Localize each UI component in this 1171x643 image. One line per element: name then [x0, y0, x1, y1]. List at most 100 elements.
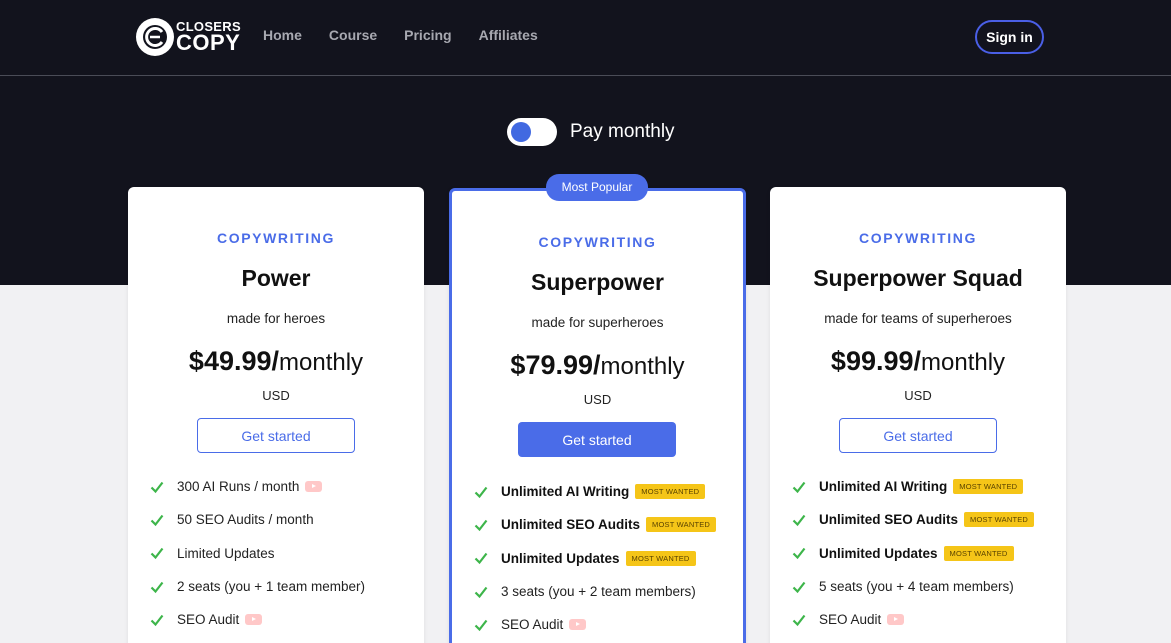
plan-price: $79.99/monthly: [452, 350, 743, 381]
feature-item: Limited Updates: [150, 537, 365, 570]
feature-text: SEO Audit: [501, 617, 564, 633]
get-started-button[interactable]: Get started: [518, 422, 676, 457]
feature-list: Unlimited AI Writing MOST WANTED Unlimit…: [474, 475, 717, 641]
plan-tagline: made for superheroes: [531, 315, 664, 330]
nav-link-affiliates[interactable]: Affiliates: [479, 27, 538, 43]
feature-item: 300 AI Runs / month: [150, 470, 365, 503]
get-started-button[interactable]: Get started: [197, 418, 355, 453]
billing-toggle-row: Pay monthly: [507, 118, 675, 146]
feature-text: SEO Audit: [177, 612, 240, 628]
check-icon: [474, 519, 488, 532]
check-icon: [792, 614, 806, 626]
get-started-button[interactable]: Get started: [839, 418, 997, 453]
feature-item: Unlimited SEO Audits MOST WANTED: [474, 508, 717, 541]
plan-category: COPYWRITING: [217, 230, 335, 246]
most-popular-badge: Most Popular: [546, 174, 648, 201]
plan-card-power: COPYWRITING Power made for heroes $49.99…: [128, 187, 424, 643]
closers-copy-logo[interactable]: CLOSERS COPY: [136, 17, 241, 57]
most-wanted-badge: MOST WANTED: [625, 550, 696, 566]
feature-text: Unlimited AI Writing: [819, 479, 948, 495]
check-icon: [150, 514, 164, 527]
most-wanted-badge: MOST WANTED: [964, 512, 1035, 528]
plan-name: Power: [241, 265, 311, 291]
most-wanted-badge: MOST WANTED: [953, 479, 1024, 495]
logo-icon: [136, 18, 174, 56]
feature-list: 300 AI Runs / month 50 SEO Audits / mont…: [150, 470, 365, 636]
price-period: monthly: [279, 349, 364, 376]
check-icon: [150, 481, 164, 493]
sign-in-button[interactable]: Sign in: [975, 20, 1044, 54]
plan-price: $49.99/monthly: [128, 346, 424, 377]
nav-link-pricing[interactable]: Pricing: [404, 27, 451, 43]
check-icon: [474, 619, 488, 631]
check-icon: [150, 614, 164, 626]
feature-list: Unlimited AI Writing MOST WANTED Unlimit…: [792, 470, 1035, 636]
check-icon: [150, 548, 164, 560]
feature-item: SEO Audit: [474, 608, 716, 641]
price-period: monthly: [600, 353, 685, 380]
check-icon: [474, 553, 488, 565]
youtube-icon[interactable]: [305, 481, 323, 493]
feature-item: 50 SEO Audits / month: [150, 503, 365, 536]
plan-currency: USD: [583, 392, 612, 407]
feature-text: SEO Audit: [819, 612, 882, 628]
top-nav: CLOSERS COPY Home Course Pricing Affilia…: [0, 0, 1171, 76]
feature-text: 3 seats (you + 2 team members): [501, 584, 696, 600]
logo-wordmark: CLOSERS COPY: [176, 20, 241, 54]
check-icon: [474, 586, 488, 598]
plan-currency: USD: [262, 388, 290, 403]
feature-text: Limited Updates: [177, 545, 275, 561]
plan-name: Superpower Squad: [813, 265, 1023, 291]
feature-item: Unlimited Updates MOST WANTED: [792, 537, 1034, 570]
plan-category: COPYWRITING: [859, 230, 977, 246]
check-icon: [792, 514, 806, 527]
price-period: monthly: [921, 349, 1006, 376]
plan-tagline: made for heroes: [226, 311, 326, 326]
feature-text: 50 SEO Audits / month: [177, 512, 314, 528]
feature-text: Unlimited Updates: [501, 550, 620, 566]
price-amount: $79.99/: [510, 350, 601, 380]
check-icon: [792, 481, 806, 493]
feature-item: SEO Audit: [792, 603, 1034, 636]
feature-text: Unlimited Updates: [819, 545, 938, 561]
plan-currency: USD: [904, 388, 932, 403]
nav-links: Home Course Pricing Affiliates: [263, 27, 565, 43]
feature-item: SEO Audit: [150, 603, 365, 636]
billing-toggle-label: Pay monthly: [570, 121, 675, 142]
plan-category: COPYWRITING: [538, 234, 657, 250]
logo-line-2: COPY: [176, 30, 241, 55]
youtube-icon[interactable]: [569, 619, 587, 631]
feature-item: 3 seats (you + 2 team members): [474, 575, 716, 608]
check-icon: [792, 548, 806, 560]
youtube-icon[interactable]: [887, 614, 905, 626]
check-icon: [474, 486, 488, 498]
most-wanted-badge: MOST WANTED: [943, 545, 1014, 561]
plan-card-superpower: COPYWRITING Superpower made for superher…: [449, 188, 746, 643]
most-wanted-badge: MOST WANTED: [635, 484, 706, 500]
feature-text: 300 AI Runs / month: [177, 479, 300, 495]
price-amount: $99.99/: [830, 346, 922, 376]
toggle-knob: [511, 122, 531, 142]
feature-item: Unlimited SEO Audits MOST WANTED: [792, 503, 1035, 536]
check-icon: [150, 581, 164, 593]
nav-link-home[interactable]: Home: [263, 27, 302, 43]
feature-text: Unlimited AI Writing: [501, 484, 630, 500]
check-icon: [792, 581, 806, 593]
feature-text: 5 seats (you + 4 team members): [819, 579, 1014, 595]
plan-tagline: made for teams of superheroes: [824, 311, 1012, 326]
plan-card-superpower-squad: COPYWRITING Superpower Squad made for te…: [770, 187, 1066, 643]
feature-item: Unlimited Updates MOST WANTED: [474, 542, 716, 575]
feature-item: Unlimited AI Writing MOST WANTED: [792, 470, 1034, 503]
plan-name: Superpower: [531, 269, 664, 295]
feature-text: Unlimited SEO Audits: [819, 512, 959, 528]
most-wanted-badge: MOST WANTED: [646, 517, 717, 533]
billing-toggle[interactable]: [507, 118, 557, 146]
price-amount: $49.99/: [188, 346, 280, 376]
nav-link-course[interactable]: Course: [329, 27, 377, 43]
plan-price: $99.99/monthly: [770, 346, 1066, 377]
youtube-icon[interactable]: [245, 614, 263, 626]
feature-item: Unlimited AI Writing MOST WANTED: [474, 475, 716, 508]
feature-text: 2 seats (you + 1 team member): [177, 579, 365, 595]
feature-item: 5 seats (you + 4 team members): [792, 570, 1034, 603]
feature-text: Unlimited SEO Audits: [501, 517, 641, 533]
